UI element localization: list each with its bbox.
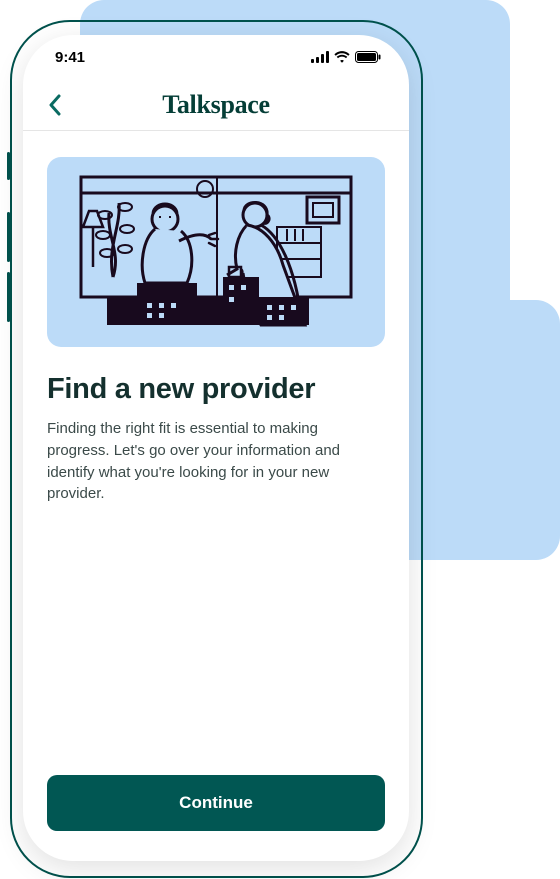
hero-illustration — [47, 157, 385, 347]
page-body-text: Finding the right fit is essential to ma… — [47, 418, 367, 505]
page-content: Find a new provider Finding the right fi… — [23, 131, 409, 505]
status-icons — [311, 51, 381, 63]
battery-icon — [355, 51, 381, 63]
page-title: Find a new provider — [47, 373, 385, 406]
nav-bar: Talkspace — [23, 79, 409, 131]
continue-button[interactable]: Continue — [47, 775, 385, 831]
phone-frame: 9:41 Talkspace — [23, 35, 409, 861]
back-button[interactable] — [39, 89, 71, 121]
continue-button-label: Continue — [179, 793, 253, 813]
status-time: 9:41 — [55, 49, 85, 66]
chevron-left-icon — [48, 94, 62, 116]
wifi-icon — [334, 51, 350, 63]
cellular-icon — [311, 51, 329, 63]
status-bar: 9:41 — [23, 35, 409, 79]
brand-logo: Talkspace — [162, 90, 270, 120]
